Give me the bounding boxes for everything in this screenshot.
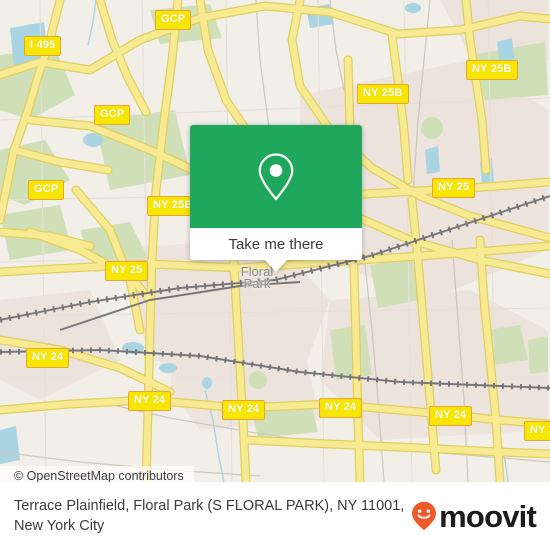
moovit-logo[interactable]: moovit: [411, 498, 537, 534]
road-shield: NY 25: [432, 178, 476, 198]
road-shield: I 495: [24, 36, 62, 56]
address-text: Terrace Plainfield, Floral Park (S FLORA…: [14, 498, 405, 534]
road-shield: GCP: [94, 105, 131, 125]
road-shield: NY 24: [26, 348, 70, 368]
road-shield: GCP: [28, 180, 65, 200]
popup-pointer-tail: [265, 260, 287, 272]
road-shield: NY 25B: [357, 84, 409, 104]
footer-bar: Terrace Plainfield, Floral Park (S FLORA…: [0, 482, 550, 550]
map-canvas[interactable]: Floral Park GCP I 495 GCP NY 25B NY 25B GCP NY…: [0, 0, 550, 482]
place-label-line2: Park: [243, 276, 271, 291]
road-shield: NY 24: [429, 406, 473, 426]
location-popup-card[interactable]: Take me there: [190, 125, 362, 272]
take-me-there-button[interactable]: Take me there: [190, 228, 362, 260]
osm-attribution[interactable]: © OpenStreetMap contributors: [0, 466, 194, 482]
road-shield: NY 25B: [466, 60, 518, 80]
road-shield: GCP: [155, 10, 192, 30]
road-shield: NY 24: [128, 391, 172, 411]
road-shield: NY 24: [524, 421, 550, 441]
road-shield: NY 24: [319, 398, 363, 418]
map-pin-icon: [258, 152, 294, 201]
road-shield: NY 25: [105, 261, 149, 281]
road-shield: NY 24: [222, 400, 266, 420]
moovit-pin-icon: [412, 501, 437, 531]
moovit-wordmark: moovit: [439, 498, 537, 534]
popup-icon-panel: [190, 125, 362, 228]
map-screenshot: Floral Park GCP I 495 GCP NY 25B NY 25B GCP NY…: [0, 0, 550, 550]
